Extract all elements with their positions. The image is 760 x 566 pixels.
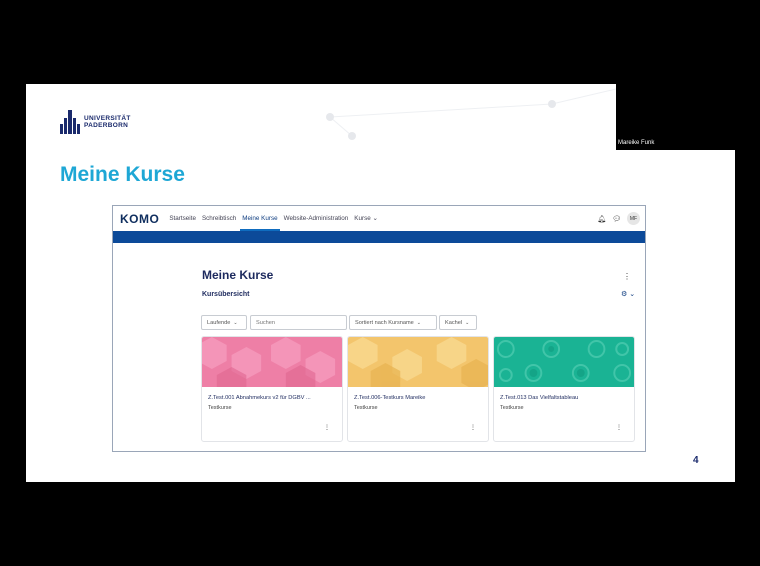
- nav-schreibtisch[interactable]: Schreibtisch: [202, 206, 236, 231]
- course-category: Testkurse: [208, 405, 232, 411]
- course-category: Testkurse: [354, 405, 378, 411]
- presenter-name: Mareike Funk: [618, 140, 655, 146]
- view-dropdown[interactable]: Kachel ⌄: [439, 315, 477, 330]
- chevron-down-icon: ⌄: [233, 319, 238, 326]
- sort-label: Sortiert nach Kursname: [355, 319, 414, 326]
- university-emblem-icon: [60, 110, 80, 134]
- avatar[interactable]: MF: [627, 212, 640, 225]
- brand-logo[interactable]: KOMO: [120, 212, 159, 226]
- search-input[interactable]: [250, 315, 347, 330]
- lms-screenshot: KOMO Startseite Schreibtisch Meine Kurse…: [112, 205, 646, 452]
- slide-title: Meine Kurse: [60, 163, 185, 186]
- university-logo: UNIVERSITÄT PADERBORN: [60, 110, 131, 134]
- nav-kurse[interactable]: Kurse ⌄: [354, 206, 377, 231]
- course-image: [348, 337, 488, 395]
- nav-meine-kurse[interactable]: Meine Kurse: [240, 206, 281, 231]
- course-menu-icon[interactable]: ⋮: [616, 424, 622, 431]
- sort-dropdown[interactable]: Sortiert nach Kursname ⌄: [349, 315, 437, 330]
- status-filter-label: Laufende: [207, 319, 231, 326]
- view-label: Kachel: [445, 319, 463, 326]
- nav-startseite[interactable]: Startseite: [169, 206, 196, 231]
- page-title: Meine Kurse: [202, 268, 274, 282]
- course-card[interactable]: Z.Test.001 Abnahmekurs v2 für DGBV ... T…: [201, 336, 343, 442]
- course-menu-icon[interactable]: ⋮: [470, 424, 476, 431]
- course-category: Testkurse: [500, 405, 524, 411]
- chevron-down-icon: ⌄: [372, 215, 378, 222]
- chat-icon[interactable]: 💬︎: [612, 215, 621, 223]
- nav-website-administration[interactable]: Website-Administration: [284, 206, 349, 231]
- bell-icon[interactable]: 🔔︎: [597, 215, 606, 223]
- page-number: 4: [693, 455, 699, 466]
- page-actions-menu-icon[interactable]: ⋮: [623, 272, 631, 281]
- course-card[interactable]: Z.Test.006-Testkurs Mareike Testkurse ⋮: [347, 336, 489, 442]
- course-card[interactable]: Z.Test.013 Das Vielfaltstableau Testkurs…: [493, 336, 635, 442]
- course-title[interactable]: Z.Test.001 Abnahmekurs v2 für DGBV ...: [208, 395, 311, 401]
- header-banner: [113, 231, 645, 243]
- gear-icon[interactable]: ⚙︎ ⌄: [621, 290, 635, 298]
- course-image: [202, 337, 342, 399]
- section-title: Kursübersicht: [202, 291, 250, 298]
- course-title[interactable]: Z.Test.006-Testkurs Mareike: [354, 395, 425, 401]
- chevron-down-icon: ⌄: [465, 319, 470, 326]
- chevron-down-icon: ⌄: [416, 319, 421, 326]
- status-filter-dropdown[interactable]: Laufende ⌄: [201, 315, 247, 330]
- nav-kurse-label: Kurse: [354, 215, 371, 222]
- course-title[interactable]: Z.Test.013 Das Vielfaltstableau: [500, 395, 578, 401]
- university-name-line2: PADERBORN: [84, 122, 129, 129]
- navbar: KOMO Startseite Schreibtisch Meine Kurse…: [113, 206, 645, 232]
- university-name: UNIVERSITÄT PADERBORN: [84, 115, 131, 130]
- course-menu-icon[interactable]: ⋮: [324, 424, 330, 431]
- university-name-line1: UNIVERSITÄT: [84, 114, 131, 122]
- course-image: [494, 337, 634, 387]
- navbar-actions: 🔔︎ 💬︎ MF: [597, 212, 640, 225]
